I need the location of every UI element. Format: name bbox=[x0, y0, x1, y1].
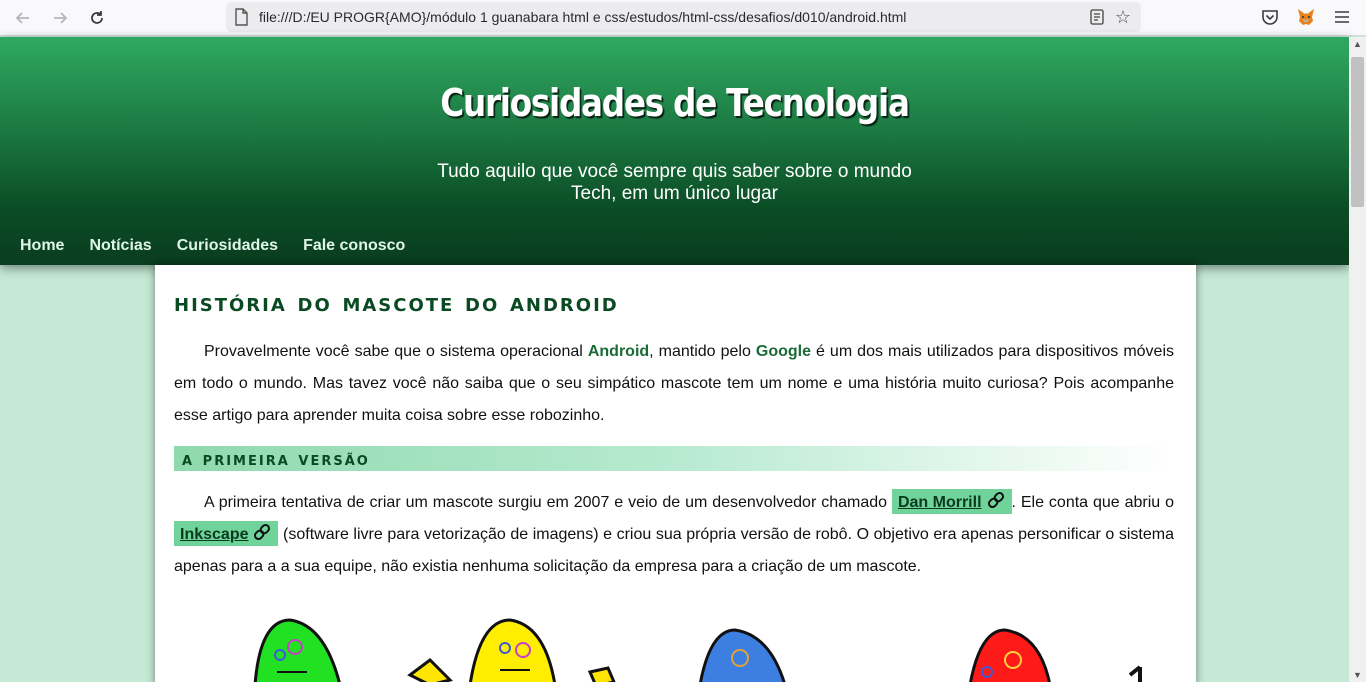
p2-text-3: (software livre para vetorização de imag… bbox=[174, 526, 1174, 575]
forward-arrow-icon[interactable] bbox=[47, 5, 73, 31]
intro-paragraph: Provavelmente você sabe que o sistema op… bbox=[174, 336, 1174, 432]
inkscape-link[interactable]: Inkscape bbox=[174, 521, 279, 546]
address-bar[interactable]: file:///D:/EU PROGR{AMO}/módulo 1 guanab… bbox=[226, 2, 1141, 32]
yellow-box-drawing bbox=[587, 666, 616, 682]
black-figure-drawing bbox=[1128, 665, 1142, 682]
first-version-paragraph: A primeira tentativa de criar um mascote… bbox=[174, 487, 1174, 583]
browser-toolbar: file:///D:/EU PROGR{AMO}/módulo 1 guanab… bbox=[0, 0, 1366, 36]
intro-text-1: Provavelmente você sabe que o sistema op… bbox=[204, 343, 588, 360]
dan-morrill-link[interactable]: Dan Morrill bbox=[891, 489, 1012, 514]
pocket-icon[interactable] bbox=[1259, 6, 1281, 28]
url-text[interactable]: file:///D:/EU PROGR{AMO}/módulo 1 guanab… bbox=[259, 9, 906, 25]
metamask-fox-icon[interactable] bbox=[1295, 6, 1317, 28]
menu-item-fale-conosco[interactable]: Fale conosco bbox=[303, 237, 405, 255]
inkscape-label: Inkscape bbox=[180, 526, 249, 543]
scroll-up-arrow-icon[interactable]: ▲ bbox=[1353, 39, 1362, 49]
scroll-down-arrow-icon[interactable]: ▼ bbox=[1353, 670, 1362, 680]
section-heading-bar: A primeira versão bbox=[174, 446, 1174, 471]
android-highlight: Android bbox=[587, 343, 650, 360]
bookmark-star-icon[interactable]: ☆ bbox=[1113, 7, 1133, 27]
article-content: História do Mascote do Android Provavelm… bbox=[155, 265, 1196, 682]
android-mascot-illustration bbox=[253, 618, 1142, 682]
blue-robot-drawing bbox=[699, 628, 786, 682]
file-icon bbox=[235, 8, 248, 26]
link-icon bbox=[987, 491, 1004, 509]
menu-item-noticias[interactable]: Notícias bbox=[89, 237, 151, 255]
menu-item-curiosidades[interactable]: Curiosidades bbox=[177, 237, 278, 255]
scrollbar-thumb[interactable] bbox=[1351, 57, 1364, 207]
intro-text-2: , mantido pelo bbox=[649, 343, 756, 360]
hamburger-menu-icon[interactable] bbox=[1331, 6, 1353, 28]
yellow-robot-drawing bbox=[469, 618, 556, 682]
site-title: Curiosidades de Tecnologia bbox=[440, 81, 910, 125]
page-scrollbar[interactable]: ▲ ▼ bbox=[1349, 37, 1366, 682]
reader-view-icon[interactable] bbox=[1089, 9, 1105, 25]
subtitle-line-1: Tudo aquilo que você sempre quis saber s… bbox=[437, 161, 912, 182]
menu-item-home[interactable]: Home bbox=[20, 237, 64, 255]
google-highlight: Google bbox=[755, 343, 811, 360]
p2-text-2: . Ele conta que abriu o bbox=[1011, 494, 1174, 511]
dan-morrill-label: Dan Morrill bbox=[897, 494, 982, 511]
site-header: Curiosidades de Tecnologia Tudo aquilo q… bbox=[0, 37, 1349, 265]
back-arrow-icon[interactable] bbox=[10, 5, 36, 31]
red-robot-drawing bbox=[969, 628, 1051, 682]
main-menu: Home Notícias Curiosidades Fale conosco bbox=[20, 237, 405, 255]
reload-icon[interactable] bbox=[84, 5, 110, 31]
subtitle-line-2: Tech, em um único lugar bbox=[571, 183, 778, 204]
site-subtitle: Tudo aquilo que você sempre quis saber s… bbox=[0, 161, 1349, 205]
section-title: A primeira versão bbox=[182, 448, 370, 470]
black-box-drawing bbox=[407, 658, 453, 682]
link-icon bbox=[254, 523, 271, 541]
p2-text-1: A primeira tentativa de criar um mascote… bbox=[204, 494, 892, 511]
article-title: História do Mascote do Android bbox=[174, 288, 619, 317]
green-robot-drawing bbox=[253, 618, 341, 682]
